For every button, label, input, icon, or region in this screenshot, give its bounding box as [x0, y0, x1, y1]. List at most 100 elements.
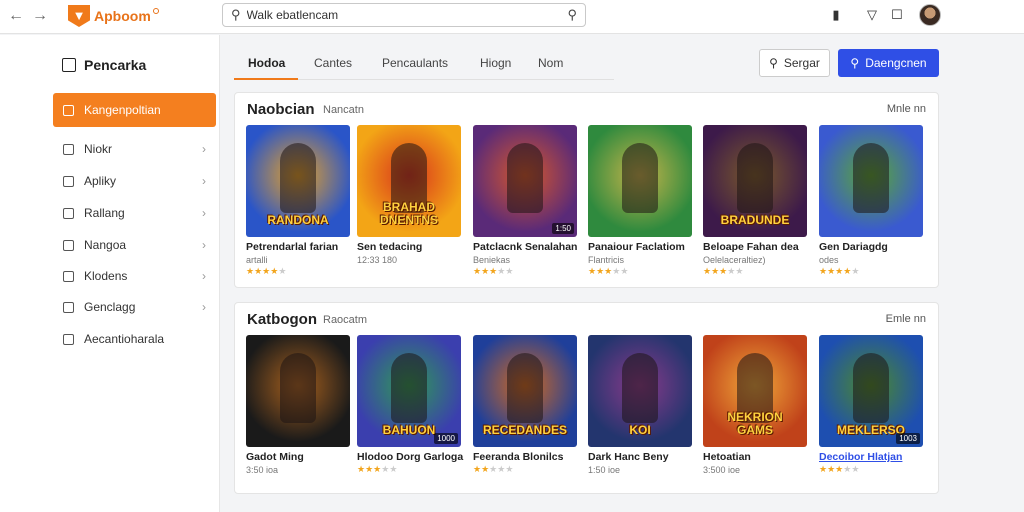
game-thumbnail[interactable]: RANDONA	[246, 125, 350, 237]
game-title[interactable]: Patclacnk Senalahan	[473, 241, 577, 254]
game-thumbnail[interactable]: 1:50	[473, 125, 577, 237]
sidebar-item[interactable]: Rallang ›	[53, 196, 216, 230]
star-icon: ★	[620, 266, 629, 276]
game-card[interactable]: Gen Dariagdg odes ★★★★★	[819, 125, 923, 277]
game-thumbnail[interactable]	[588, 125, 692, 237]
game-title[interactable]: Gadot Ming	[246, 451, 350, 464]
thumbnail-title: NEKRION GAMS	[727, 410, 783, 437]
game-title[interactable]: Beloape Fahan dea	[703, 241, 807, 254]
sidebar-item[interactable]: Niokr ›	[53, 132, 216, 166]
sidebar-item[interactable]: Genclagg ›	[53, 290, 216, 324]
game-thumbnail[interactable]: BAHUON 1000	[357, 335, 461, 447]
sidebar-item[interactable]: Aecantioharala	[53, 322, 216, 356]
game-subtitle: 3:500 ioe	[703, 465, 741, 475]
game-thumbnail[interactable]	[819, 125, 923, 237]
tab[interactable]: Hodoa	[248, 56, 285, 70]
star-icon: ★	[505, 266, 514, 276]
game-title[interactable]: Hetoatian	[703, 451, 807, 464]
game-card[interactable]: BAHUON 1000 Hlodoo Dorg Garloga ★★★★★	[357, 335, 463, 475]
section-panel: Katbogon Raocatm Emle nn Gadot Ming 3:50 ioa…	[234, 302, 939, 494]
sidebar-item[interactable]: Klodens ›	[53, 259, 216, 293]
game-card[interactable]: Panaiour Faclatiom Flantricis ★★★★★	[588, 125, 692, 277]
thumbnail-title: BRADUNDE	[720, 213, 790, 227]
secondary-button-label: Sergar	[783, 56, 820, 70]
star-rating: ★★★★★	[819, 266, 923, 277]
game-thumbnail[interactable]: RECEDANDES	[473, 335, 577, 447]
star-icon: ★	[827, 464, 836, 474]
star-icon: ★	[703, 266, 712, 276]
filter-icon[interactable]: ▽	[864, 7, 880, 23]
reader-view-icon[interactable]: ▮	[828, 7, 844, 23]
tab[interactable]: Pencaulants	[382, 56, 448, 70]
character-figure	[507, 353, 543, 423]
game-subtitle: artalli	[246, 255, 268, 265]
tab[interactable]: Cantes	[314, 56, 352, 70]
search-bar[interactable]: ⚲ ⚲	[222, 3, 586, 27]
thumbnail-title: KOI	[629, 423, 651, 437]
tab[interactable]: Nom	[538, 56, 563, 70]
game-subtitle: 3:50 ioa	[246, 465, 279, 475]
character-figure	[853, 353, 889, 423]
game-card[interactable]: 1:50 Patclacnk Senalahan Beniekas ★★★★★	[473, 125, 577, 277]
game-subtitle: 1:50 ioe	[588, 465, 621, 475]
category-icon	[63, 301, 74, 313]
game-title[interactable]: Gen Dariagdg	[819, 241, 923, 254]
game-title[interactable]: Feeranda Blonilcs	[473, 451, 577, 464]
game-title[interactable]: Decoibor Hlatjan	[819, 451, 923, 464]
star-icon: ★	[819, 464, 828, 474]
tab[interactable]: Hiogn	[480, 56, 511, 70]
app-logo[interactable]: ▼ Apboom	[68, 5, 159, 27]
forward-icon[interactable]: →	[30, 6, 50, 26]
chevron-right-icon: ›	[202, 206, 206, 220]
star-icon: ★	[473, 464, 482, 474]
sidebar-item-label: Apliky	[84, 174, 117, 188]
chevron-right-icon: ›	[202, 238, 206, 252]
game-card[interactable]: NEKRION GAMS Hetoatian 3:500 ioe	[703, 335, 807, 476]
sidebar-item-label: Klodens	[84, 269, 128, 283]
star-icon: ★	[735, 266, 744, 276]
secondary-search-button[interactable]: ⚲ Sergar	[759, 49, 830, 77]
primary-search-button[interactable]: ⚲ Daengcnen	[838, 49, 939, 77]
game-thumbnail[interactable]: BRAHAD DNENTNS	[357, 125, 461, 237]
avatar[interactable]	[919, 4, 941, 26]
character-figure	[622, 353, 658, 423]
primary-button-label: Daengcnen	[865, 56, 927, 70]
see-more-link[interactable]: Mnle nn	[887, 103, 926, 115]
game-card[interactable]: BRAHAD DNENTNS Sen tedacing 12:33 180	[357, 125, 461, 266]
search-input[interactable]	[246, 8, 568, 22]
sidebar-item-label: Genclagg	[84, 300, 136, 314]
chevron-right-icon: ›	[202, 300, 206, 314]
game-title[interactable]: Dark Hanc Beny	[588, 451, 692, 464]
game-card[interactable]: RANDONA Petrendarlal farian artalli ★★★★★	[246, 125, 350, 277]
thumbnail-badge: 1:50	[552, 223, 574, 234]
game-card[interactable]: BRADUNDE Beloape Fahan dea Oelelaceraltiez…	[703, 125, 807, 277]
sidebar-item[interactable]: Apliky ›	[53, 164, 216, 198]
game-thumbnail[interactable]: BRADUNDE	[703, 125, 807, 237]
star-icon: ★	[827, 266, 836, 276]
game-title[interactable]: Panaiour Faclatiom	[588, 241, 692, 254]
star-rating: ★★★★★	[473, 266, 577, 277]
star-rating: ★★★★★	[588, 266, 692, 277]
game-thumbnail[interactable]: MEKLERSO 1003	[819, 335, 923, 447]
game-card[interactable]: MEKLERSO 1003 Decoibor Hlatjan ★★★★★	[819, 335, 923, 475]
game-title[interactable]: Sen tedacing	[357, 241, 461, 254]
back-icon[interactable]: ←	[6, 6, 26, 26]
game-thumbnail[interactable]	[246, 335, 350, 447]
character-figure	[737, 143, 773, 213]
game-title[interactable]: Petrendarlal farian	[246, 241, 350, 254]
game-card[interactable]: Gadot Ming 3:50 ioa	[246, 335, 350, 476]
game-card[interactable]: KOI Dark Hanc Beny 1:50 ioe	[588, 335, 692, 476]
game-thumbnail[interactable]: NEKRION GAMS	[703, 335, 807, 447]
star-icon: ★	[365, 464, 374, 474]
game-title[interactable]: Hlodoo Dorg Garloga	[357, 451, 463, 464]
thumbnail-badge: 1003	[896, 433, 920, 444]
game-thumbnail[interactable]: KOI	[588, 335, 692, 447]
search-submit-icon[interactable]: ⚲	[567, 7, 577, 23]
sidebar-item[interactable]: Kangenpoltian	[53, 93, 216, 127]
shopping-bag-icon[interactable]: ☐	[889, 7, 905, 23]
game-card[interactable]: RECEDANDES Feeranda Blonilcs ★★★★★	[473, 335, 577, 475]
see-more-link[interactable]: Emle nn	[886, 313, 926, 325]
sidebar-item[interactable]: Nangoa ›	[53, 228, 216, 262]
star-icon: ★	[851, 464, 860, 474]
tab-bar: Hodoa Cantes Pencaulants Hiogn Nom	[234, 44, 614, 80]
